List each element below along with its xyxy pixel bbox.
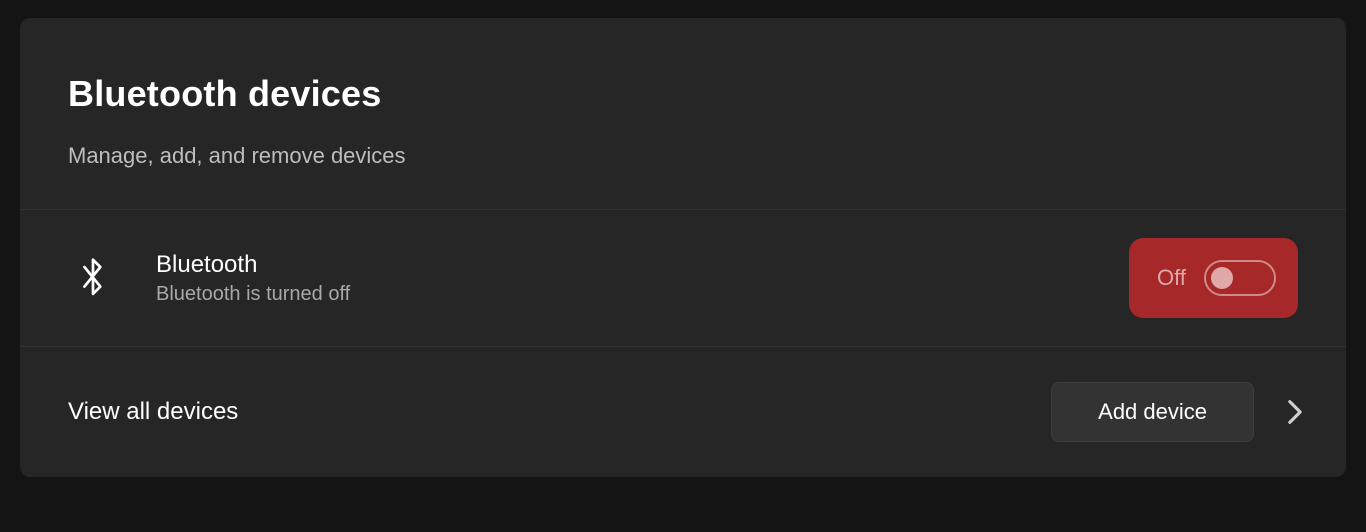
- bluetooth-icon: [78, 256, 124, 300]
- page-subtitle: Manage, add, and remove devices: [68, 143, 1298, 169]
- bluetooth-toggle-row: Bluetooth Bluetooth is turned off Off: [20, 210, 1346, 347]
- chevron-right-icon[interactable]: [1280, 399, 1310, 425]
- toggle-state-label: Off: [1157, 265, 1186, 291]
- bluetooth-toggle[interactable]: [1204, 260, 1276, 296]
- bluetooth-devices-card: Bluetooth devices Manage, add, and remov…: [20, 18, 1346, 477]
- add-device-button[interactable]: Add device: [1051, 382, 1254, 442]
- toggle-knob: [1211, 267, 1233, 289]
- page-title: Bluetooth devices: [68, 73, 1298, 115]
- view-all-devices-row[interactable]: View all devices Add device: [20, 347, 1346, 477]
- bluetooth-text: Bluetooth Bluetooth is turned off: [156, 251, 1129, 306]
- view-all-label: View all devices: [68, 398, 1051, 426]
- card-header: Bluetooth devices Manage, add, and remov…: [20, 18, 1346, 210]
- bluetooth-toggle-highlight: Off: [1129, 238, 1298, 318]
- bluetooth-label: Bluetooth: [156, 251, 1129, 279]
- bluetooth-status: Bluetooth is turned off: [156, 283, 1129, 306]
